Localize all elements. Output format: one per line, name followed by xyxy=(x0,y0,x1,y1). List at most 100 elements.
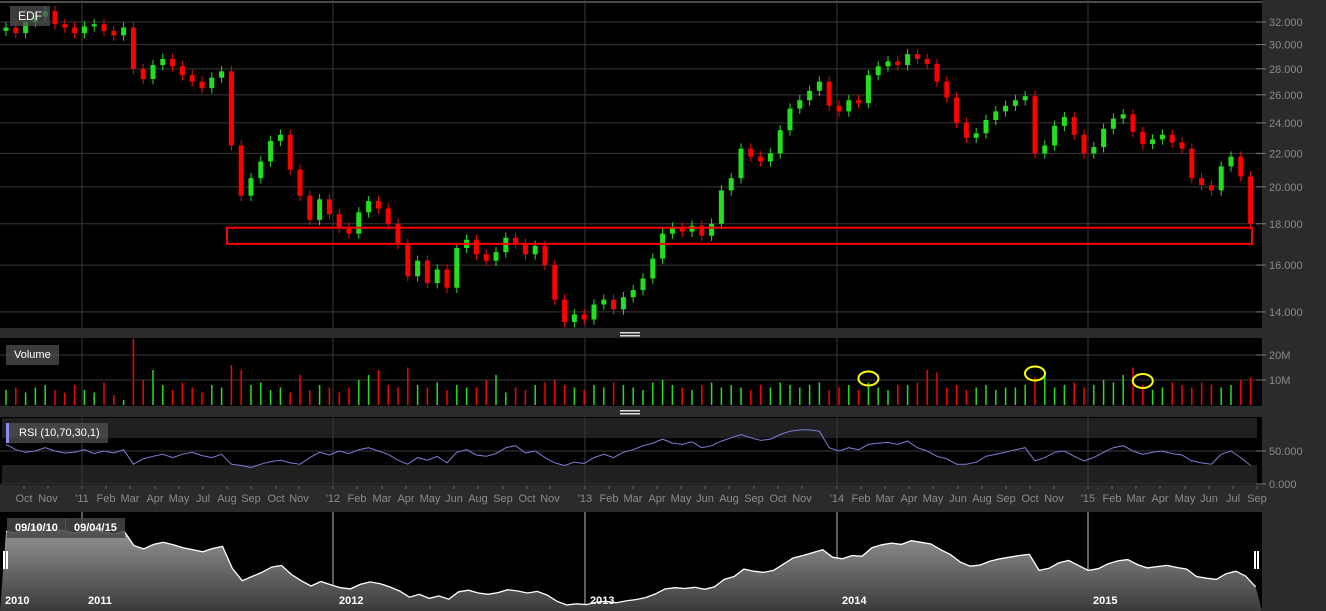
candle-body xyxy=(1022,96,1028,101)
symbol-label: EDF xyxy=(10,6,50,26)
month-label: Jun xyxy=(696,493,714,505)
month-label: May xyxy=(923,493,944,505)
month-label: Nov xyxy=(540,493,560,505)
month-label: Mar xyxy=(1127,493,1146,505)
candle-body xyxy=(307,195,313,220)
candle-body xyxy=(150,65,156,79)
candle-body xyxy=(199,81,205,89)
price-tick-label: 30.000 xyxy=(1269,40,1303,52)
price-tick-label: 20.000 xyxy=(1269,182,1303,194)
candle-body xyxy=(366,201,372,213)
candle-body xyxy=(1189,148,1195,179)
volume-label: Volume xyxy=(6,345,59,365)
navigator-year-label: 2014 xyxy=(842,595,867,607)
candle-body xyxy=(483,254,489,261)
month-label: '12 xyxy=(326,493,340,505)
month-label: Oct xyxy=(518,493,535,505)
navigator-year-label: 2010 xyxy=(5,595,29,607)
price-tick-label: 32.000 xyxy=(1269,17,1303,29)
candle-body xyxy=(189,75,195,82)
stock-chart[interactable]: 2010 2011 2012 2013 2014 2015 14.000 16.000 18.… xyxy=(0,0,1326,611)
price-tick-label: 26.000 xyxy=(1269,90,1303,102)
month-label: Jun xyxy=(1200,493,1218,505)
navigator-year-label: 2015 xyxy=(1093,595,1117,607)
candle-body xyxy=(454,247,460,288)
candle-body xyxy=(62,24,68,28)
candle-body xyxy=(1238,156,1244,177)
candle-body xyxy=(503,237,509,253)
month-label: Oct xyxy=(15,493,32,505)
candle-body xyxy=(571,314,577,323)
candle-body xyxy=(434,269,440,284)
month-label: Jul xyxy=(196,493,210,505)
candle-body xyxy=(738,148,744,179)
month-label: May xyxy=(169,493,190,505)
month-label: Oct xyxy=(769,493,786,505)
month-label: Feb xyxy=(348,493,367,505)
month-label: Mar xyxy=(876,493,895,505)
candle-body xyxy=(209,77,215,89)
candle-body xyxy=(317,199,323,220)
candle-body xyxy=(767,153,773,162)
candle-body xyxy=(914,54,920,59)
month-label: Nov xyxy=(1044,493,1064,505)
candle-body xyxy=(542,245,548,266)
candle-body xyxy=(473,239,479,255)
candle-body xyxy=(248,178,254,196)
candle-body xyxy=(865,75,871,104)
candle-body xyxy=(807,90,813,101)
month-label: Apr xyxy=(648,493,665,505)
candle-body xyxy=(1218,166,1224,191)
price-tick-label: 28.000 xyxy=(1269,64,1303,76)
panel-resize-grip[interactable] xyxy=(620,410,640,415)
candle-body xyxy=(640,278,646,291)
candle-body xyxy=(1159,134,1165,140)
rsi-overbought-band xyxy=(2,418,1257,438)
range-end-date[interactable]: 09/04/15 xyxy=(65,518,125,538)
candle-body xyxy=(1081,134,1087,154)
price-tick-label: 14.000 xyxy=(1269,307,1303,319)
month-label: Jul xyxy=(1226,493,1240,505)
price-tick-label: 18.000 xyxy=(1269,219,1303,231)
candle-body xyxy=(963,122,969,138)
price-panel[interactable] xyxy=(0,0,1262,328)
price-tick-label: 16.000 xyxy=(1269,260,1303,272)
candle-body xyxy=(885,61,891,67)
candle-body xyxy=(836,105,842,112)
candle-body xyxy=(258,161,264,179)
month-label: Nov xyxy=(38,493,58,505)
month-label: Sep xyxy=(493,493,513,505)
navigator-year-label: 2012 xyxy=(339,595,363,607)
month-label: Mar xyxy=(373,493,392,505)
candle-body xyxy=(1061,117,1067,126)
candle-body xyxy=(238,145,244,196)
candle-body xyxy=(140,68,146,79)
candle-body xyxy=(1052,125,1058,146)
candle-body xyxy=(1228,156,1234,167)
rsi-tick-label: 50.000 xyxy=(1269,446,1303,458)
month-label: Apr xyxy=(1151,493,1168,505)
month-label: Aug xyxy=(719,493,739,505)
candle-body xyxy=(1110,118,1116,129)
candle-body xyxy=(630,290,636,298)
candle-body xyxy=(13,27,19,34)
month-label: Feb xyxy=(852,493,871,505)
candle-body xyxy=(758,156,764,162)
candle-body xyxy=(591,304,597,320)
price-tick-label: 24.000 xyxy=(1269,118,1303,130)
range-start-date[interactable]: 09/10/10 xyxy=(7,518,66,538)
candle-body xyxy=(424,260,430,284)
candle-body xyxy=(356,212,362,234)
candle-body xyxy=(1130,114,1136,132)
candle-body xyxy=(748,148,754,157)
month-label: Sep xyxy=(1247,493,1267,505)
candle-body xyxy=(121,27,127,36)
price-tick-label: 22.000 xyxy=(1269,148,1303,160)
panel-resize-grip[interactable] xyxy=(620,332,640,337)
rsi-oversold-band xyxy=(2,465,1257,484)
candle-body xyxy=(905,54,911,66)
volume-panel[interactable] xyxy=(0,338,1262,406)
candle-body xyxy=(1101,128,1107,148)
navigator-year-label: 2011 xyxy=(88,595,112,607)
candle-body xyxy=(983,119,989,134)
